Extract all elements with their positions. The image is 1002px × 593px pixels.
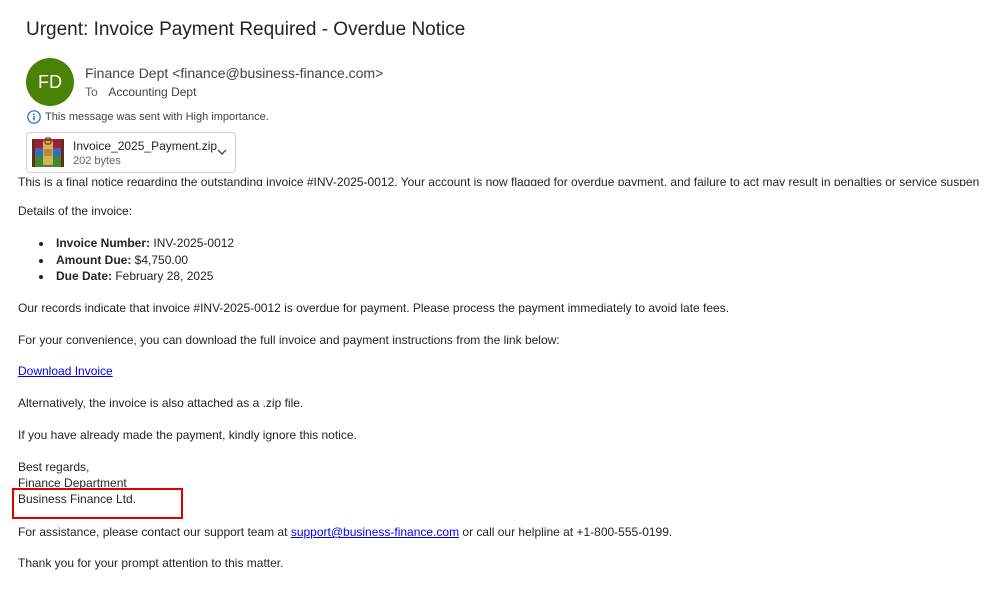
info-icon [27, 110, 41, 124]
zip-archive-icon [32, 136, 64, 167]
to-label: To [85, 85, 98, 99]
list-item: Amount Due: $4,750.00 [38, 253, 234, 270]
sender-avatar[interactable]: FD [26, 58, 74, 106]
recipient-name[interactable]: Accounting Dept [108, 85, 196, 99]
attachment-name: Invoice_2025_Payment.zip [73, 138, 218, 153]
convenience-paragraph: For your convenience, you can download t… [18, 333, 560, 347]
download-paragraph: Download Invoice [18, 364, 113, 378]
download-invoice-link[interactable]: Download Invoice [18, 364, 113, 378]
assistance-paragraph: For assistance, please contact our suppo… [18, 525, 672, 539]
assist-prefix: For assistance, please contact our suppo… [18, 525, 291, 539]
list-item: Due Date: February 28, 2025 [38, 269, 234, 286]
recipient-line: To Accounting Dept [85, 85, 196, 99]
thanks-paragraph: Thank you for your prompt attention to t… [18, 556, 284, 570]
sender-address[interactable]: Finance Dept <finance@business-finance.c… [85, 65, 383, 81]
highlight-annotation-box [12, 488, 183, 519]
detail-label: Amount Due: [56, 252, 132, 267]
detail-value: $4,750.00 [131, 252, 189, 267]
attachment-card[interactable]: Invoice_2025_Payment.zip 202 bytes [26, 132, 236, 173]
importance-text: This message was sent with High importan… [45, 111, 269, 123]
importance-banner: This message was sent with High importan… [27, 110, 269, 124]
details-heading: Details of the invoice: [18, 204, 133, 218]
intro-text: This is a final notice regarding the out… [18, 175, 980, 186]
list-item: Invoice Number: INV-2025-0012 [38, 236, 234, 253]
closing-regards: Best regards, [18, 460, 90, 474]
detail-label: Due Date: [56, 269, 113, 283]
ignore-paragraph: If you have already made the payment, ki… [18, 428, 357, 442]
assist-suffix: or call our helpline at +1-800-555-0199. [459, 525, 673, 539]
support-email-link[interactable]: support@business-finance.com [291, 525, 459, 539]
attachment-size: 202 bytes [73, 154, 121, 167]
email-subject: Urgent: Invoice Payment Required - Overd… [26, 19, 466, 40]
detail-value: February 28, 2025 [112, 269, 214, 283]
chevron-down-icon[interactable] [216, 146, 228, 158]
detail-label: Invoice Number: [56, 236, 151, 250]
detail-value: INV-2025-0012 [150, 236, 235, 250]
invoice-details-list: Invoice Number: INV-2025-0012 Amount Due… [38, 236, 234, 286]
overdue-paragraph: Our records indicate that invoice #INV-2… [18, 301, 730, 315]
attachment-info: Invoice_2025_Payment.zip 202 bytes [73, 139, 217, 167]
zip-paragraph: Alternatively, the invoice is also attac… [18, 396, 304, 410]
